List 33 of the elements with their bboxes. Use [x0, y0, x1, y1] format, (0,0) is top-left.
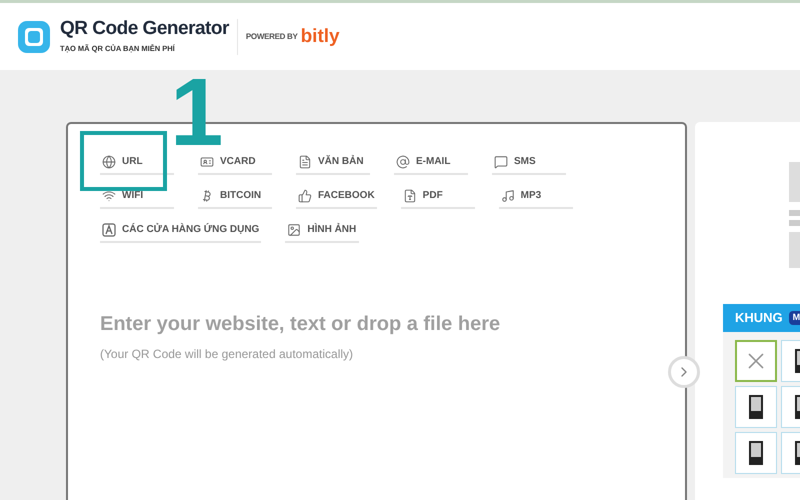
type-tab[interactable]: BITCOIN — [198, 188, 272, 209]
type-tab[interactable]: PDF — [400, 188, 475, 209]
type-tab[interactable]: E-MAIL — [394, 154, 468, 175]
brand-logo: bitly — [300, 27, 340, 46]
framed-qr-icon — [748, 440, 764, 466]
pdf-file-icon — [402, 188, 417, 202]
frame-option[interactable] — [735, 432, 777, 474]
letter-box-icon — [102, 222, 116, 236]
type-tab[interactable]: VĂN BẢN — [296, 154, 370, 175]
at-sign-icon — [396, 154, 410, 168]
powered-by-text: POWERED BY — [246, 30, 298, 42]
frame-option[interactable] — [735, 386, 777, 428]
hint-text: (Your QR Code will be generated automatically) — [100, 346, 354, 363]
type-tab[interactable]: FACEBOOK — [296, 188, 377, 209]
logo-icon — [16, 18, 52, 54]
framed-qr-icon — [748, 394, 764, 420]
thumbs-up-icon — [298, 188, 312, 202]
music-note-icon — [500, 188, 515, 202]
frame-title: KHUNG — [735, 309, 783, 328]
frame-badge: M — [788, 311, 800, 325]
type-tab[interactable]: MP3 — [498, 188, 573, 209]
type-tab[interactable]: VCARD — [198, 154, 272, 175]
globe-icon — [102, 154, 116, 168]
type-tab[interactable]: SMS — [492, 154, 566, 175]
type-tab[interactable]: CÁC CỬA HÀNG ỨNG DỤNG — [100, 222, 262, 243]
app-title: QR Code Generator — [60, 18, 229, 40]
type-tab[interactable]: HÌNH ẢNH — [285, 222, 360, 243]
image-icon — [287, 222, 302, 236]
type-tab[interactable]: URL — [100, 154, 174, 175]
url-input-field[interactable]: Enter your website, text or drop a file here — [100, 309, 600, 339]
chat-bubble-icon — [494, 154, 508, 168]
type-tab[interactable]: WIFI — [100, 188, 174, 209]
document-icon — [298, 154, 312, 168]
